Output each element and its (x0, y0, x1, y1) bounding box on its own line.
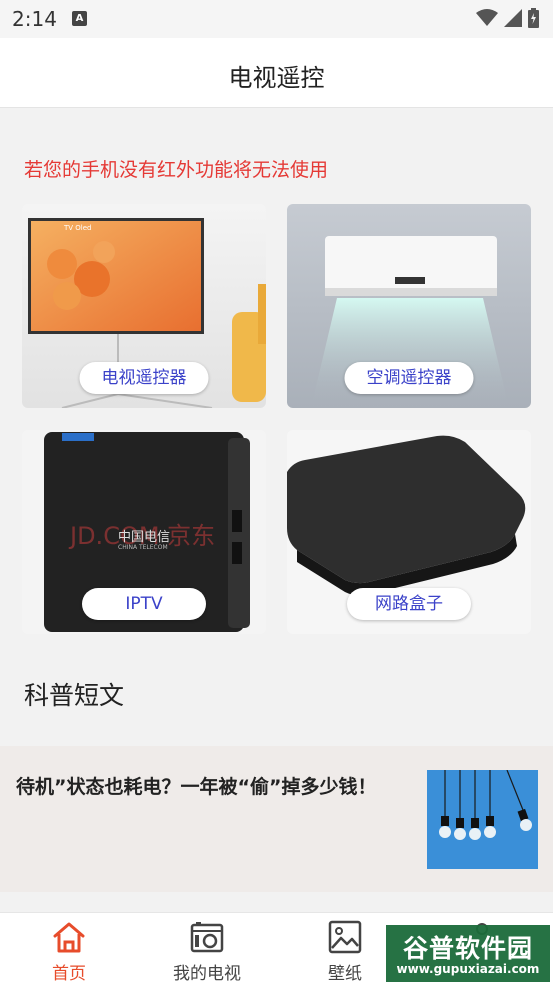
tv-remote-button[interactable]: 电视遥控器 (79, 362, 209, 394)
tv-remote-card[interactable]: TV Oled 电视遥控器 (22, 204, 266, 408)
section-title: 科普短文 (24, 681, 125, 710)
telecom-brand-text: 中国电信 (118, 530, 171, 545)
network-box-card[interactable]: 网路盒子 (287, 430, 531, 634)
light-bulbs-thumbnail (427, 770, 538, 869)
infrared-warning: 若您的手机没有红外功能将无法使用 (24, 159, 329, 181)
article-title[interactable]: 待机”状态也耗电？一年被“偷”掉多少钱！ (16, 772, 376, 799)
notification-icon: A (72, 11, 87, 26)
wifi-icon (476, 9, 498, 26)
iptv-button[interactable]: IPTV (82, 588, 206, 620)
article-item[interactable]: 待机”状态也耗电？一年被“偷”掉多少钱！ (0, 746, 553, 892)
page-title: 电视遥控 (228, 64, 325, 92)
telecom-brand-en-text: CHINA TELECOM (118, 544, 168, 551)
status-icons (476, 8, 539, 28)
tv-brand-text: TV Oled (64, 224, 92, 232)
tv-icon (190, 922, 224, 953)
status-time: 2:14 (12, 7, 57, 31)
ac-remote-card[interactable]: 空调遥控器 (287, 204, 531, 408)
image-icon (328, 920, 362, 954)
site-watermark: 谷普软件园 www.gupuxiazai.com (386, 925, 550, 982)
status-bar: 2:14 A (0, 0, 553, 38)
watermark-url: www.gupuxiazai.com (396, 962, 540, 976)
battery-icon (528, 8, 539, 28)
iptv-card[interactable]: JD.COM 京东 中国电信 CHINA TELECOM IPTV (22, 430, 266, 634)
nav-my-tv-label: 我的电视 (173, 964, 241, 984)
network-box-button[interactable]: 网路盒子 (347, 588, 471, 620)
watermark-text: 谷普软件园 (402, 934, 533, 963)
nav-home[interactable]: 首页 (9, 913, 129, 984)
signal-icon (504, 9, 522, 27)
home-icon (53, 922, 85, 953)
ac-remote-button[interactable]: 空调遥控器 (344, 362, 474, 394)
nav-my-tv[interactable]: 我的电视 (147, 913, 267, 984)
app-bar: 电视遥控 (0, 38, 553, 108)
nav-home-label: 首页 (52, 964, 86, 984)
